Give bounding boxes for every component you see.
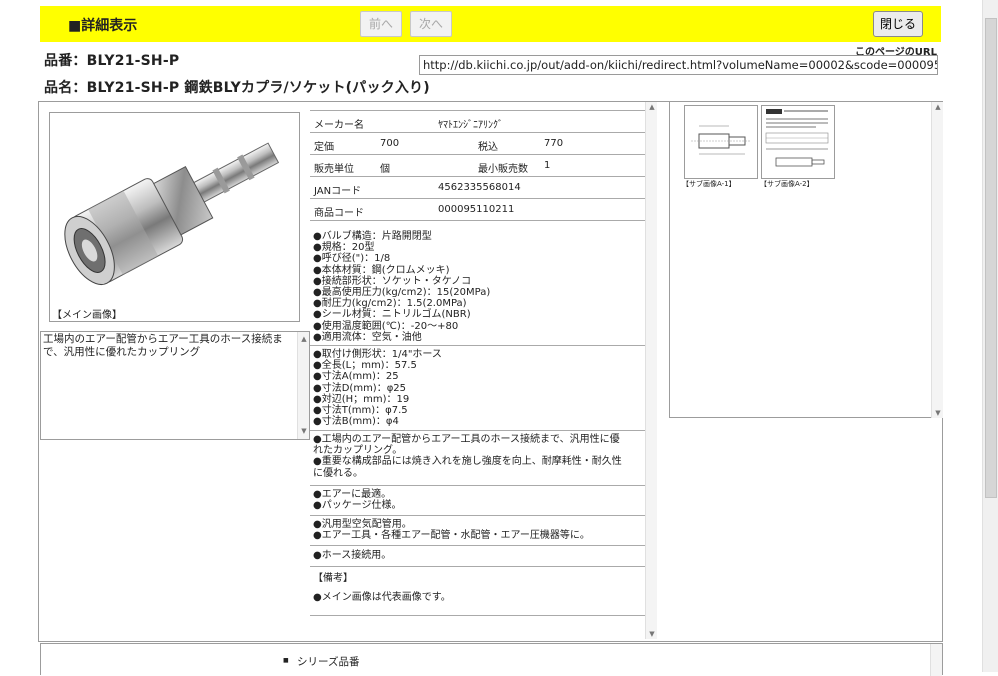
sub-image-a2[interactable] — [761, 105, 835, 179]
spec-row-unit: 販売単位 個 最小販売数 1 — [310, 155, 646, 177]
spec-divider — [310, 485, 646, 486]
series-label: シリーズ品番 — [283, 654, 360, 669]
price-label: 定価 — [314, 142, 334, 153]
sub-image-a1-caption: 【サブ画像A-1】 — [682, 180, 736, 188]
code-label: 商品コード — [314, 208, 364, 219]
main-image-caption: 【メイン画像】 — [52, 310, 122, 321]
spec-divider — [310, 615, 646, 616]
spec-divider — [310, 345, 646, 346]
list-item: ●エアー工具・各種エアー配管・水配管・エアー圧機器等に。 — [313, 530, 590, 542]
list-item: ●ホース接続用。 — [313, 550, 392, 561]
description-scrollbar[interactable]: ▲ ▼ — [297, 332, 309, 439]
list-item: ●寸法T(mm)：φ7.5 — [313, 405, 408, 417]
list-item: ●規格：20型 — [313, 242, 375, 254]
price-value: 700 — [380, 138, 400, 149]
list-item: ●工場内のエアー配管からエアー工具のホース接続まで、汎用性に優 — [313, 434, 620, 445]
code-value: 000095110211 — [438, 204, 515, 215]
feature-list-6: ●ホース接続用。 — [313, 550, 391, 561]
scroll-up-icon[interactable]: ▲ — [298, 333, 310, 346]
detail-frame: 【メイン画像】 工場内のエアー配管からエアー工具のホース接続まで、汎用性に優れた… — [38, 101, 943, 642]
list-item: ●寸法D(mm)：φ25 — [313, 382, 407, 394]
close-button[interactable]: 閉じる — [873, 11, 923, 37]
sub-image-a2-caption: 【サブ画像A-2】 — [760, 180, 814, 188]
list-item: ●寸法A(mm)：25 — [313, 371, 399, 383]
list-item: ●エアーに最適。 — [313, 489, 392, 500]
sub-images-scrollbar[interactable]: ▲ ▼ — [931, 102, 943, 418]
description-box[interactable]: 工場内のエアー配管からエアー工具のホース接続まで、汎用性に優れたカップリング ▲… — [40, 331, 310, 440]
list-item: ●寸法B(mm)：φ4 — [313, 416, 399, 428]
minqty-value: 1 — [544, 160, 551, 171]
feature-list-3: ●工場内のエアー配管からエアー工具のホース接続まで、汎用性に優 れたカップリング… — [313, 434, 622, 479]
feature-list-2: ●取付け側形状：1/4"ホース ●全長(L；mm)：57.5 ●寸法A(mm)：… — [313, 349, 442, 427]
list-item: ●使用温度範囲(℃)：-20～+80 — [313, 320, 459, 332]
spec-sheet-image — [765, 109, 829, 167]
remarks-text: ●メイン画像は代表画像です。 — [313, 592, 451, 603]
list-item: ●汎用型空気配管用。 — [313, 519, 412, 530]
window-scrollbar[interactable] — [982, 0, 998, 672]
list-item: ●呼び径(")：1/8 — [313, 253, 391, 265]
list-item: ●取付け側形状：1/4"ホース — [313, 349, 442, 360]
spec-row-code: 商品コード 000095110211 — [310, 199, 646, 221]
list-item: ●本体材質：鋼(クロムメッキ) — [313, 264, 450, 276]
coupler-image — [64, 142, 280, 285]
unit-value: 個 — [380, 164, 390, 175]
spec-row-maker: メーカー名 ﾔﾏﾄｴﾝｼﾞﾆｱﾘﾝｸﾞ — [310, 111, 646, 133]
feature-list-1: ●バルブ構造：片路開閉型 ●規格：20型 ●呼び径(")：1/8 ●本体材質：鋼… — [313, 231, 490, 343]
series-scrollbar[interactable] — [930, 644, 942, 676]
maker-value: ﾔﾏﾄｴﾝｼﾞﾆｱﾘﾝｸﾞ — [438, 120, 503, 131]
jan-value: 4562335568014 — [438, 182, 521, 193]
spec-divider — [310, 545, 646, 546]
scroll-down-icon[interactable]: ▼ — [646, 630, 658, 638]
list-item: ●接続部形状：ソケット・タケノコ — [313, 275, 472, 287]
scroll-down-icon[interactable]: ▼ — [298, 425, 310, 438]
list-item: ●シール材質：ニトリルゴム(NBR) — [313, 309, 471, 321]
list-item: に優れる。 — [313, 467, 363, 479]
spec-scrollbar[interactable]: ▲ ▼ — [645, 102, 657, 639]
list-item: ●適用流体：空気・油他 — [313, 331, 422, 343]
tax-label: 税込 — [478, 142, 498, 153]
dimension-drawing-image — [691, 125, 751, 155]
description-text: 工場内のエアー配管からエアー工具のホース接続まで、汎用性に優れたカップリング — [43, 333, 283, 358]
list-item: ●最高使用圧力(kg/cm2)：15(20MPa) — [313, 287, 491, 299]
next-button[interactable]: 次へ — [410, 11, 452, 37]
spec-divider — [310, 430, 646, 431]
remarks-label: 【備考】 — [313, 573, 353, 584]
spec-row-price: 定価 700 税込 770 — [310, 133, 646, 155]
scroll-down-icon[interactable]: ▼ — [932, 409, 944, 417]
spec-panel: メーカー名 ﾔﾏﾄｴﾝｼﾞﾆｱﾘﾝｸﾞ 定価 700 税込 770 販売単位 個… — [310, 102, 657, 639]
maker-label: メーカー名 — [314, 120, 364, 131]
scroll-up-icon[interactable]: ▲ — [646, 103, 658, 111]
url-field[interactable]: http://db.kiichi.co.jp/out/add-on/kiichi… — [419, 55, 938, 75]
tax-value: 770 — [544, 138, 564, 149]
page-title: ■詳細表示 — [68, 18, 138, 34]
sub-image-a1[interactable] — [684, 105, 758, 179]
scroll-up-icon[interactable]: ▲ — [932, 103, 944, 111]
main-image: 【メイン画像】 — [49, 112, 300, 322]
series-frame: シリーズ品番 — [40, 643, 943, 676]
prev-button[interactable]: 前へ — [360, 11, 402, 37]
feature-list-4: ●エアーに最適。 ●パッケージ仕様。 — [313, 489, 402, 511]
list-item: ●全長(L；mm)：57.5 — [313, 360, 417, 372]
list-item: れたカップリング。 — [313, 445, 403, 457]
jan-label: JANコード — [314, 186, 362, 197]
list-item: ●パッケージ仕様。 — [313, 500, 402, 512]
spec-divider — [310, 566, 646, 567]
product-name: 品名：BLY21-SH-P 鋼鉄BLYカプラ/ソケット(パック入り) — [44, 80, 430, 96]
list-item: ●耐圧力(kg/cm2)：1.5(2.0MPa) — [313, 298, 467, 310]
spec-divider — [310, 515, 646, 516]
window-scroll-thumb[interactable] — [985, 18, 997, 498]
list-item: ●対辺(H；mm)：19 — [313, 393, 410, 405]
product-number: 品番：BLY21-SH-P — [44, 53, 180, 69]
list-item: ●バルブ構造：片路開閉型 — [313, 231, 432, 242]
list-item: ●重要な構成部品には焼き入れを施し強度を向上、耐摩耗性・耐久性 — [313, 456, 622, 468]
feature-list-5: ●汎用型空気配管用。 ●エアー工具・各種エアー配管・水配管・エアー圧機器等に。 — [313, 519, 590, 541]
unit-label: 販売単位 — [314, 164, 354, 175]
minqty-label: 最小販売数 — [478, 164, 528, 175]
spec-row-jan: JANコード 4562335568014 — [310, 177, 646, 199]
sub-images-panel: 【サブ画像A-1】 【サブ画像A-2】 ▲ ▼ — [669, 102, 943, 418]
header-bar: ■詳細表示 前へ 次へ 閉じる — [40, 6, 941, 42]
